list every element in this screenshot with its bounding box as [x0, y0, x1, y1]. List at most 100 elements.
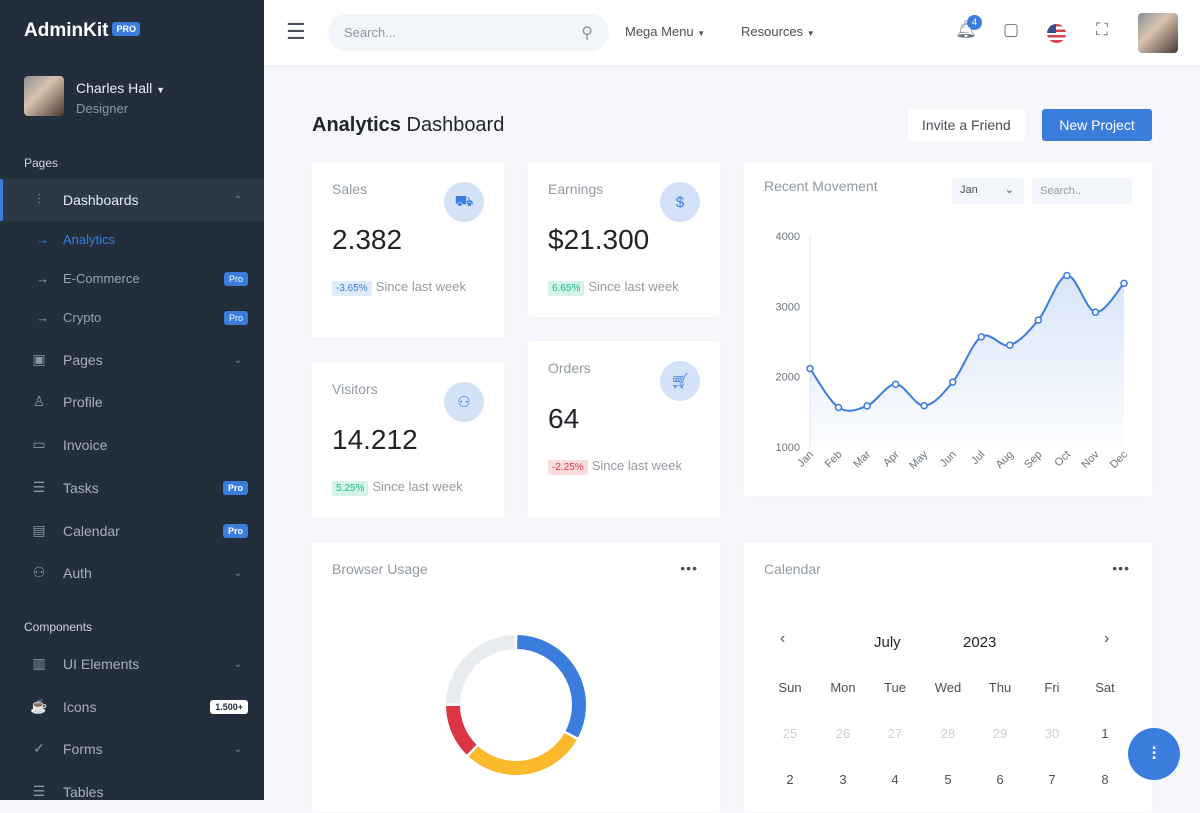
calendar-day[interactable]: 1	[1090, 726, 1120, 741]
dollar-icon: $	[660, 182, 700, 222]
search-input[interactable]: Search... ⚲	[328, 14, 609, 51]
calendar-day[interactable]: 29	[985, 726, 1015, 741]
briefcase-icon: ▥	[32, 655, 46, 671]
sidebar-item-auth[interactable]: ⚇ Auth ⌄	[0, 552, 264, 594]
new-project-button[interactable]: New Project	[1042, 109, 1152, 141]
calendar-day[interactable]: 7	[1037, 772, 1067, 787]
arrow-right-icon: →	[36, 271, 49, 286]
x-tick-label: Oct	[1052, 449, 1073, 470]
user-name[interactable]: Charles Hall ▼	[76, 80, 165, 96]
stat-title: Sales	[332, 181, 368, 197]
stat-title: Visitors	[332, 381, 378, 397]
donut-slice[interactable]	[446, 705, 477, 755]
chevron-down-icon: ▼	[156, 85, 166, 95]
weekday-label: Wed	[934, 680, 962, 695]
change-badge: -2.25%	[548, 460, 588, 475]
mega-menu-dropdown[interactable]: Mega Menu ▼	[625, 24, 705, 39]
count-badge: 1.500+	[210, 700, 248, 714]
x-tick-label: Dec	[1108, 448, 1131, 471]
stat-footer: 6.65% Since last week	[548, 276, 706, 299]
next-month-button[interactable]: ›	[1104, 630, 1109, 648]
stat-title: Orders	[548, 360, 591, 376]
line-chart: 4000300020001000Jan Feb Mar Apr May Jun Jul Aug…	[776, 231, 1131, 472]
chevron-up-icon: ⌃	[233, 194, 242, 206]
search-icon: ⚲	[581, 24, 593, 42]
data-point	[1120, 279, 1128, 288]
chevron-down-icon: ⌄	[233, 567, 242, 579]
calendar-day[interactable]: 25	[775, 726, 805, 741]
topbar-avatar[interactable]	[1138, 13, 1178, 53]
sidebar-item-tasks[interactable]: ☰ Tasks Pro	[0, 467, 264, 509]
calendar-year[interactable]: 2023	[963, 634, 996, 651]
fullscreen-icon[interactable]: ⛶	[1090, 20, 1114, 44]
calendar-day[interactable]: 26	[828, 726, 858, 741]
stat-value: 2.382	[332, 224, 403, 255]
sidebar-item-ui-elements[interactable]: ▥ UI Elements ⌄	[0, 643, 264, 685]
data-point	[891, 380, 900, 389]
resources-dropdown[interactable]: Resources ▼	[741, 24, 815, 39]
x-tick-label: Mar	[851, 448, 873, 470]
user-avatar[interactable]	[24, 76, 64, 116]
message-icon[interactable]: ▢	[999, 20, 1023, 44]
chevron-down-icon: ⌄	[233, 658, 242, 670]
pro-badge: Pro	[223, 310, 248, 325]
data-point	[1006, 341, 1014, 349]
data-point	[863, 402, 871, 410]
notification-badge: 4	[967, 15, 982, 30]
more-options-icon[interactable]: •••	[1112, 560, 1130, 576]
sidebar-item-profile[interactable]: ♙ Profile	[0, 381, 264, 423]
data-point	[834, 403, 843, 412]
calendar-day[interactable]: 4	[880, 772, 910, 787]
calendar-day[interactable]: 27	[880, 726, 910, 741]
us-flag-icon[interactable]	[1047, 24, 1066, 43]
invite-friend-button[interactable]: Invite a Friend	[908, 109, 1025, 141]
change-badge: 5.25%	[332, 481, 369, 496]
weekday-label: Fri	[1044, 680, 1060, 695]
x-tick-label: Aug	[994, 449, 1016, 471]
sidebar-item-calendar[interactable]: ▤ Calendar Pro	[0, 510, 264, 552]
sidebar-item-tables[interactable]: ☰ Tables	[0, 771, 264, 813]
stat-card-orders: Orders 🛒︎ 64 -2.25% Since last week	[528, 341, 720, 518]
hamburger-menu-icon[interactable]: ☰	[286, 21, 306, 43]
sidebar-sub-ecommerce[interactable]: → E-Commerce Pro	[0, 259, 264, 298]
users-icon: ⚇	[444, 382, 484, 422]
donut-slice[interactable]	[516, 635, 586, 738]
sidebar-item-dashboards[interactable]: ⫶ Dashboards ⌃	[0, 179, 264, 221]
donut-slice[interactable]	[446, 635, 516, 704]
settings-sliders-button[interactable]: ⫶	[1128, 728, 1180, 780]
x-tick-label: Apr	[881, 448, 902, 469]
donut-slice[interactable]	[468, 732, 577, 775]
calendar-month[interactable]: July	[874, 634, 901, 651]
calendar-day[interactable]: 8	[1090, 772, 1120, 787]
calendar-day[interactable]: 5	[933, 772, 963, 787]
check-circle-icon: ✓	[33, 740, 45, 756]
y-tick-label: 1000	[776, 442, 800, 454]
stat-footer: -3.65% Since last week	[332, 276, 490, 299]
sidebar-item-icons[interactable]: ☕ Icons 1.500+	[0, 686, 264, 728]
sidebar-sub-analytics[interactable]: → Analytics	[0, 220, 264, 259]
list-icon: ☰	[32, 479, 46, 495]
user-role: Designer	[76, 101, 129, 116]
sidebar-item-forms[interactable]: ✓ Forms ⌄	[0, 728, 264, 770]
stat-card-earnings: Earnings $ $21.300 6.65% Since last week	[528, 162, 720, 317]
calendar-day[interactable]: 28	[933, 726, 963, 741]
calendar-day[interactable]: 30	[1037, 726, 1067, 741]
arrow-right-icon: →	[36, 310, 49, 325]
prev-month-button[interactable]: ‹	[780, 630, 785, 648]
pro-badge: PRO	[112, 22, 140, 36]
calendar-card: Calendar ••• ‹ › July 2023 Sun Mon Tue Wed T…	[744, 542, 1152, 812]
calendar-day[interactable]: 2	[775, 772, 805, 787]
y-tick-label: 3000	[776, 301, 800, 313]
sidebar-item-pages[interactable]: ▣ Pages ⌄	[0, 339, 264, 381]
pro-badge: Pro	[222, 481, 248, 495]
bell-icon[interactable]: 🔔︎ 4	[954, 15, 982, 44]
calendar-day[interactable]: 6	[985, 772, 1015, 787]
credit-card-icon: ▭	[32, 436, 46, 452]
calendar-day[interactable]: 3	[828, 772, 858, 787]
truck-icon: ⛟	[444, 182, 484, 222]
users-icon: ⚇	[32, 564, 46, 580]
brand-logo[interactable]: AdminKit PRO	[24, 20, 140, 42]
sidebar-item-invoice[interactable]: ▭ Invoice	[0, 424, 264, 466]
sidebar-sub-crypto[interactable]: → Crypto Pro	[0, 298, 264, 337]
data-point	[1034, 316, 1043, 324]
